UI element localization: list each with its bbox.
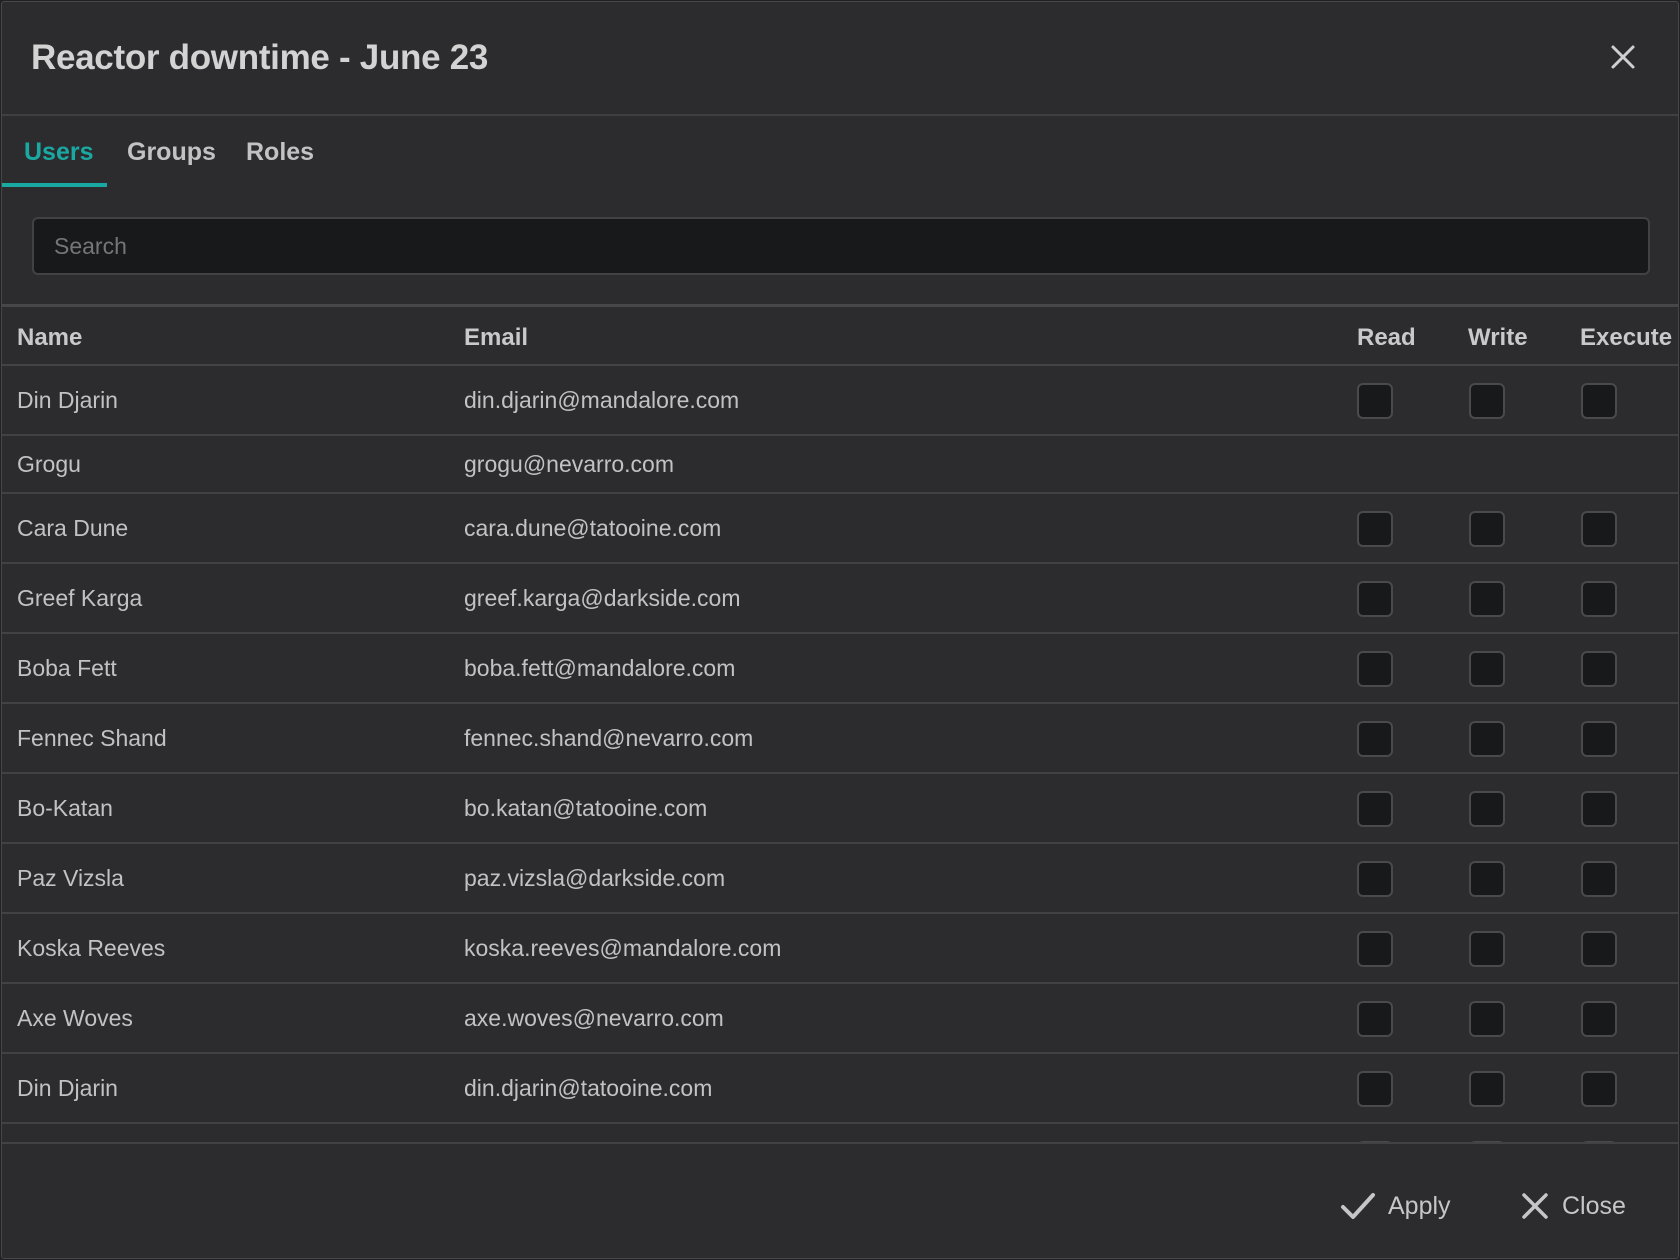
cell-email: din.djarin@mandalore.com: [464, 387, 740, 413]
close-icon[interactable]: [1606, 40, 1640, 74]
table-row[interactable]: [2, 1124, 1678, 1142]
execute-checkbox[interactable]: [1581, 931, 1617, 967]
tab-bar: Users Groups Roles: [2, 116, 1678, 188]
cell-email: koska.reeves@mandalore.com: [464, 935, 782, 961]
cell-email: boba.fett@mandalore.com: [464, 655, 736, 681]
table-row[interactable]: Cara Dune cara.dune@tatooine.com: [2, 494, 1678, 564]
table-header: Name Email Read Write Execute: [2, 307, 1678, 366]
write-checkbox[interactable]: [1469, 383, 1505, 419]
execute-checkbox[interactable]: [1581, 511, 1617, 547]
table-row[interactable]: Greef Karga greef.karga@darkside.com: [2, 564, 1678, 634]
tab-groups[interactable]: Groups: [127, 138, 216, 167]
write-checkbox[interactable]: [1469, 861, 1505, 897]
tab-users[interactable]: Users: [24, 138, 94, 167]
tab-roles[interactable]: Roles: [246, 138, 314, 167]
cell-name: Boba Fett: [17, 655, 117, 681]
write-checkbox[interactable]: [1469, 1001, 1505, 1037]
close-button[interactable]: Close: [1520, 1186, 1626, 1226]
column-header-name[interactable]: Name: [17, 324, 82, 352]
read-checkbox[interactable]: [1357, 581, 1393, 617]
read-checkbox[interactable]: [1357, 791, 1393, 827]
table-row[interactable]: Axe Woves axe.woves@nevarro.com: [2, 984, 1678, 1054]
table-row[interactable]: Boba Fett boba.fett@mandalore.com: [2, 634, 1678, 704]
table-row[interactable]: Grogu grogu@nevarro.com: [2, 436, 1678, 494]
cell-name: Greef Karga: [17, 585, 143, 611]
write-checkbox[interactable]: [1469, 1071, 1505, 1107]
execute-checkbox[interactable]: [1581, 1071, 1617, 1107]
write-checkbox[interactable]: [1469, 791, 1505, 827]
column-header-write[interactable]: Write: [1468, 324, 1528, 352]
check-icon: [1341, 1193, 1375, 1219]
search-input[interactable]: [32, 217, 1650, 275]
execute-checkbox[interactable]: [1581, 791, 1617, 827]
table-row[interactable]: Koska Reeves koska.reeves@mandalore.com: [2, 914, 1678, 984]
cell-name: Cara Dune: [17, 515, 129, 541]
read-checkbox[interactable]: [1357, 721, 1393, 757]
execute-checkbox[interactable]: [1581, 581, 1617, 617]
cell-name: Koska Reeves: [17, 935, 166, 961]
table-row[interactable]: Fennec Shand fennec.shand@nevarro.com: [2, 704, 1678, 774]
table-row[interactable]: Paz Vizsla paz.vizsla@darkside.com: [2, 844, 1678, 914]
table-row[interactable]: Din Djarin din.djarin@mandalore.com: [2, 366, 1678, 436]
cell-email: bo.katan@tatooine.com: [464, 795, 708, 821]
cell-name: Bo-Katan: [17, 795, 113, 821]
read-checkbox[interactable]: [1357, 931, 1393, 967]
execute-checkbox[interactable]: [1581, 651, 1617, 687]
execute-checkbox[interactable]: [1581, 721, 1617, 757]
write-checkbox[interactable]: [1469, 931, 1505, 967]
cell-name: Paz Vizsla: [17, 865, 124, 891]
read-checkbox[interactable]: [1357, 1071, 1393, 1107]
table-row[interactable]: Din Djarin din.djarin@tatooine.com: [2, 1054, 1678, 1124]
read-checkbox[interactable]: [1357, 511, 1393, 547]
cell-email: cara.dune@tatooine.com: [464, 515, 722, 541]
active-tab-indicator: [2, 183, 107, 187]
apply-button[interactable]: Apply: [1340, 1186, 1451, 1226]
cell-name: Grogu: [17, 451, 81, 477]
close-label: Close: [1562, 1191, 1626, 1220]
cell-email: fennec.shand@nevarro.com: [464, 725, 754, 751]
read-checkbox[interactable]: [1357, 1001, 1393, 1037]
permissions-dialog: Reactor downtime - June 23 Users Groups …: [1, 1, 1679, 1259]
read-checkbox[interactable]: [1357, 651, 1393, 687]
dialog-header: Reactor downtime - June 23: [2, 2, 1678, 116]
read-checkbox[interactable]: [1357, 861, 1393, 897]
column-header-read[interactable]: Read: [1357, 324, 1416, 352]
close-icon: [1522, 1193, 1548, 1219]
apply-label: Apply: [1388, 1191, 1451, 1220]
write-checkbox[interactable]: [1469, 651, 1505, 687]
users-table: Name Email Read Write Execute Din Djarin…: [2, 304, 1678, 1142]
write-checkbox[interactable]: [1469, 581, 1505, 617]
cell-email: din.djarin@tatooine.com: [464, 1075, 713, 1101]
execute-checkbox[interactable]: [1581, 861, 1617, 897]
execute-checkbox[interactable]: [1581, 1001, 1617, 1037]
execute-checkbox[interactable]: [1581, 383, 1617, 419]
cell-name: Axe Woves: [17, 1005, 133, 1031]
cell-name: Din Djarin: [17, 1075, 118, 1101]
cell-name: Fennec Shand: [17, 725, 167, 751]
dialog-title: Reactor downtime - June 23: [31, 38, 489, 77]
cell-email: axe.woves@nevarro.com: [464, 1005, 724, 1031]
column-header-email[interactable]: Email: [464, 324, 528, 352]
read-checkbox[interactable]: [1357, 383, 1393, 419]
column-header-execute[interactable]: Execute: [1580, 324, 1672, 352]
table-row[interactable]: Bo-Katan bo.katan@tatooine.com: [2, 774, 1678, 844]
cell-email: greef.karga@darkside.com: [464, 585, 741, 611]
write-checkbox[interactable]: [1469, 721, 1505, 757]
cell-email: paz.vizsla@darkside.com: [464, 865, 726, 891]
cell-name: Din Djarin: [17, 387, 118, 413]
dialog-footer: Apply Close: [2, 1142, 1678, 1258]
write-checkbox[interactable]: [1469, 511, 1505, 547]
cell-email: grogu@nevarro.com: [464, 451, 674, 477]
